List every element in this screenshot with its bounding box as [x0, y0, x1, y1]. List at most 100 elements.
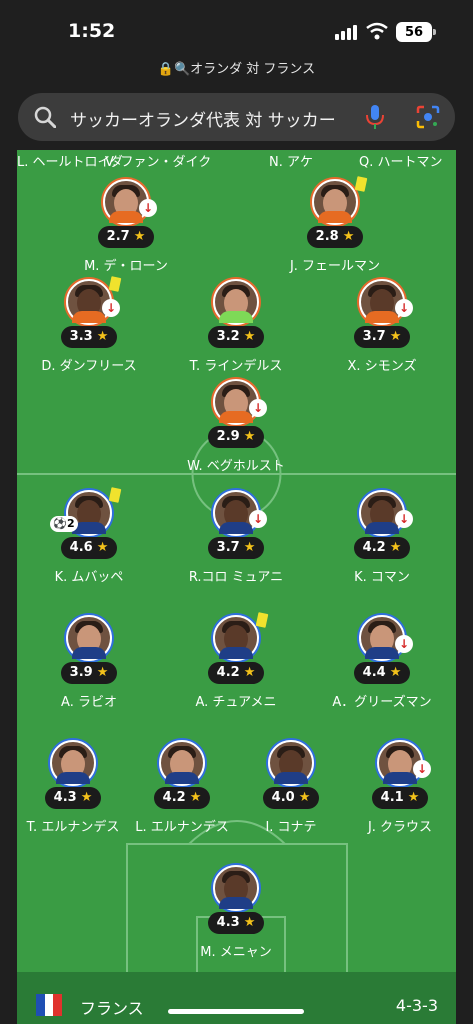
player-card[interactable]: 3.2 ★ T. ラインデルス: [161, 279, 311, 374]
url-bar[interactable]: 🔒🔍オランダ 対 フランス: [0, 58, 473, 77]
pitch: L. ヘールトロイダ V. ファン・ダイク N. アケ Q. ハートマン ↓ 2…: [17, 150, 456, 972]
player-name[interactable]: J. クラウス: [325, 816, 456, 835]
player-avatar[interactable]: ↓: [359, 615, 413, 661]
star-icon: ★: [243, 665, 256, 680]
star-icon: ★: [342, 229, 355, 244]
player-name[interactable]: A. ラビオ: [17, 691, 164, 710]
battery-indicator: 56: [396, 22, 436, 42]
player-name[interactable]: J. フェールマン: [260, 255, 410, 274]
player-name[interactable]: T. ラインデルス: [161, 355, 311, 374]
player-avatar[interactable]: [50, 740, 96, 786]
player-name[interactable]: A. チュアメニ: [161, 691, 311, 710]
player-avatar[interactable]: ↓: [103, 179, 157, 225]
goals-badge: ⚽2: [50, 516, 78, 532]
player-name[interactable]: X. シモンズ: [307, 355, 456, 374]
substitution-icon: ↓: [395, 635, 413, 653]
star-icon: ★: [243, 540, 256, 555]
player-rating: 4.2 ★: [354, 537, 410, 559]
player-card[interactable]: ↓ 4.1 ★ J. クラウス: [325, 740, 456, 835]
yellow-card-icon: [354, 176, 368, 192]
player-name[interactable]: D. ダンフリース: [17, 355, 164, 374]
substitution-icon: ↓: [249, 510, 267, 528]
player-name[interactable]: W. ベグホルスト: [161, 455, 311, 474]
yellow-card-icon: [108, 487, 122, 503]
star-icon: ★: [389, 540, 402, 555]
player-name[interactable]: K. ムバッペ: [17, 566, 164, 585]
player-name[interactable]: A．グリーズマン: [307, 691, 456, 710]
player-avatar[interactable]: ↓: [377, 740, 431, 786]
status-time: 1:52: [68, 20, 116, 42]
substitution-icon: ↓: [395, 299, 413, 317]
player-avatar[interactable]: ↓: [359, 490, 413, 536]
substitution-icon: ↓: [395, 510, 413, 528]
player-rating: 4.2 ★: [154, 787, 210, 809]
player-avatar[interactable]: [159, 740, 205, 786]
player-card[interactable]: ↓ 3.7 ★ X. シモンズ: [307, 279, 456, 374]
player-avatar[interactable]: ↓: [213, 379, 267, 425]
player-card[interactable]: ↓ 3.7 ★ R.コロ ミュアニ: [161, 490, 311, 585]
partial-player-names: L. ヘールトロイダ V. ファン・ダイク N. アケ Q. ハートマン: [17, 150, 456, 172]
player-card[interactable]: 4.2 ★ A. チュアメニ: [161, 612, 311, 710]
star-icon: ★: [189, 790, 202, 805]
player-avatar[interactable]: ↓: [359, 279, 413, 325]
team-bar[interactable]: フランス 4-3-3: [17, 972, 456, 1024]
team-name: フランス: [80, 999, 144, 1018]
player-avatar[interactable]: [213, 279, 259, 325]
player-avatar[interactable]: ⚽2: [50, 487, 122, 536]
player-rating: 2.8 ★: [307, 226, 363, 248]
player-card[interactable]: 2.8 ★ J. フェールマン: [260, 176, 410, 274]
star-icon: ★: [298, 790, 311, 805]
player-name[interactable]: M. デ・ローン: [51, 255, 201, 274]
star-icon: ★: [133, 229, 146, 244]
player-name[interactable]: K. コマン: [307, 566, 456, 585]
star-icon: ★: [389, 329, 402, 344]
player-rating: 3.3 ★: [61, 326, 117, 348]
wifi-icon: [366, 22, 388, 40]
player-card[interactable]: ↓ 4.2 ★ K. コマン: [307, 490, 456, 585]
star-icon: ★: [96, 540, 109, 555]
player-card[interactable]: ⚽2 4.6 ★ K. ムバッペ: [17, 487, 164, 585]
player-avatar[interactable]: [312, 176, 368, 225]
player-card[interactable]: ↓ 2.7 ★ M. デ・ローン: [51, 179, 201, 274]
star-icon: ★: [243, 915, 256, 930]
player-rating: 2.9 ★: [208, 426, 264, 448]
player-card[interactable]: 3.9 ★ A. ラビオ: [17, 615, 164, 710]
player-name[interactable]: V. ファン・ダイク: [105, 151, 211, 170]
search-bar[interactable]: サッカーオランダ代表 対 サッカー: [18, 93, 455, 141]
star-icon: ★: [96, 665, 109, 680]
search-icon[interactable]: [34, 106, 56, 128]
player-rating: 4.1 ★: [372, 787, 428, 809]
player-rating: 3.9 ★: [61, 662, 117, 684]
player-rating: 3.7 ★: [208, 537, 264, 559]
mic-icon[interactable]: [364, 104, 386, 130]
player-card[interactable]: 4.3 ★ M. メニャン: [161, 865, 311, 960]
player-rating: 4.3 ★: [208, 912, 264, 934]
lens-icon[interactable]: [416, 105, 440, 129]
player-avatar[interactable]: [213, 865, 259, 911]
player-avatar[interactable]: ↓: [213, 490, 267, 536]
star-icon: ★: [243, 429, 256, 444]
home-indicator[interactable]: [168, 1009, 304, 1014]
player-avatar[interactable]: [268, 740, 314, 786]
player-card[interactable]: ↓ 3.3 ★ D. ダンフリース: [17, 276, 164, 374]
substitution-icon: ↓: [139, 199, 157, 217]
player-rating: 4.6 ★: [61, 537, 117, 559]
yellow-card-icon: [108, 276, 122, 292]
formation: 4-3-3: [395, 996, 438, 1015]
player-avatar[interactable]: [213, 612, 269, 661]
player-name[interactable]: N. アケ: [269, 151, 313, 170]
player-name[interactable]: R.コロ ミュアニ: [161, 566, 311, 585]
player-name[interactable]: M. メニャン: [161, 941, 311, 960]
star-icon: ★: [80, 790, 93, 805]
player-card[interactable]: ↓ 2.9 ★ W. ベグホルスト: [161, 379, 311, 474]
player-rating: 4.0 ★: [263, 787, 319, 809]
player-rating: 3.7 ★: [354, 326, 410, 348]
player-name[interactable]: Q. ハートマン: [359, 151, 443, 170]
player-rating: 3.2 ★: [208, 326, 264, 348]
player-card[interactable]: ↓ 4.4 ★ A．グリーズマン: [307, 615, 456, 710]
player-avatar[interactable]: [66, 615, 112, 661]
player-avatar[interactable]: ↓: [66, 276, 122, 325]
player-rating: 4.3 ★: [45, 787, 101, 809]
france-flag-icon: [36, 994, 63, 1016]
search-input[interactable]: サッカーオランダ代表 対 サッカー: [70, 106, 360, 131]
